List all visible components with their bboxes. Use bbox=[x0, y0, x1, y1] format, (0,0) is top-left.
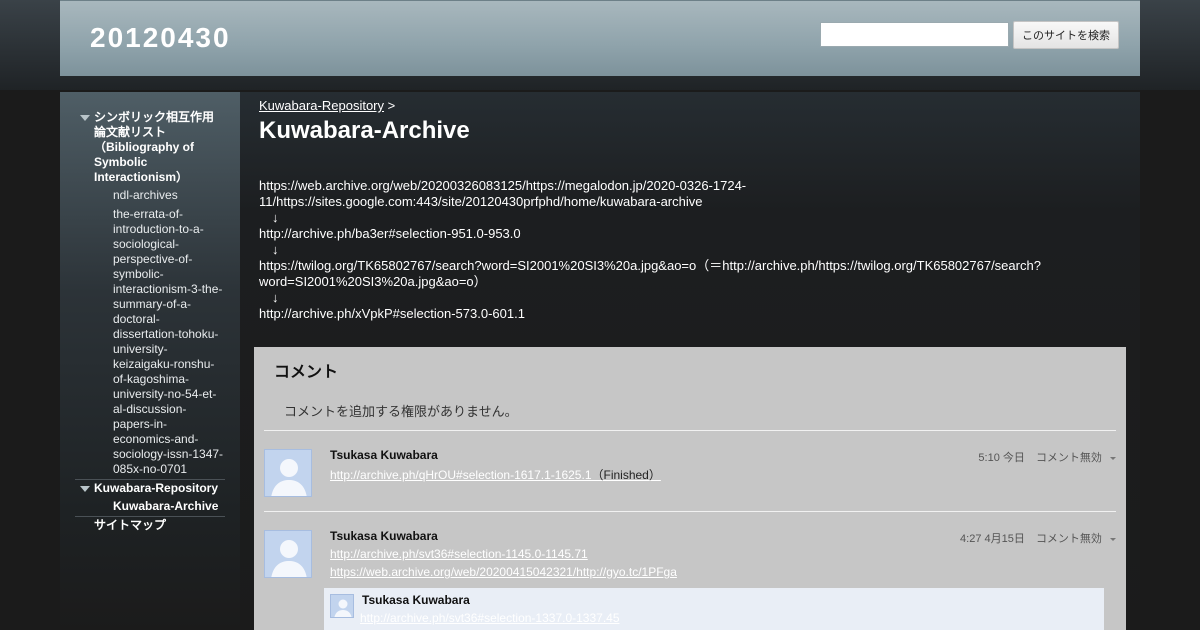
comment-link[interactable]: http://archive.ph/svt36#selection-1145.0… bbox=[330, 547, 588, 561]
sidebar-item-errata[interactable]: the-errata-of-introduction-to-a-sociolog… bbox=[75, 207, 225, 477]
comments-section: コメント コメントを追加する権限がありません。 Tsukasa Kuwabara… bbox=[254, 347, 1126, 630]
sidebar-item-label: シンボリック相互作用論文献リスト（Bibliography of Symboli… bbox=[94, 110, 215, 184]
comment-meta: 4:27 4月15日 コメント無効 bbox=[960, 530, 1116, 546]
comments-heading: コメント bbox=[274, 364, 339, 381]
user-silhouette-icon bbox=[265, 531, 311, 577]
breadcrumb-separator: > bbox=[387, 98, 396, 113]
expand-triangle-icon[interactable] bbox=[80, 486, 90, 492]
sidebar-item-kuwabara-repository[interactable]: Kuwabara-Repository bbox=[75, 481, 225, 496]
comment-author[interactable]: Tsukasa Kuwabara bbox=[330, 448, 438, 462]
breadcrumb: Kuwabara-Repository > bbox=[259, 98, 395, 113]
sidebar-tree: シンボリック相互作用論文献リスト（Bibliography of Symboli… bbox=[75, 110, 225, 533]
comment-note: （Finished） bbox=[591, 468, 661, 482]
down-arrow: ↓ bbox=[272, 242, 279, 257]
sidebar-divider bbox=[75, 516, 225, 517]
comment-divider bbox=[264, 430, 1116, 431]
archive-url-line: https://web.archive.org/web/202003260831… bbox=[259, 178, 747, 209]
comment-disable-button[interactable]: コメント無効 bbox=[1036, 533, 1102, 545]
comment-time: 5:10 今日 bbox=[978, 452, 1025, 464]
comment-divider bbox=[264, 511, 1116, 512]
expand-triangle-icon[interactable] bbox=[80, 115, 90, 121]
comment-reply: Tsukasa Kuwabara http://archive.ph/svt36… bbox=[324, 588, 1104, 630]
sidebar-item-kuwabara-archive[interactable]: Kuwabara-Archive bbox=[75, 499, 225, 514]
archive-url-line: https://twilog.org/TK65802767/search?wor… bbox=[259, 258, 1041, 289]
site-header: 20120430 このサイトを検索 bbox=[60, 0, 1140, 76]
user-silhouette-icon bbox=[331, 595, 353, 617]
comment-meta: 5:10 今日 コメント無効 bbox=[978, 449, 1116, 465]
search-button[interactable]: このサイトを検索 bbox=[1013, 21, 1119, 49]
avatar bbox=[330, 594, 354, 618]
comment-link[interactable]: https://web.archive.org/web/202004150423… bbox=[330, 565, 677, 579]
sidebar-item-sitemap[interactable]: サイトマップ bbox=[75, 518, 225, 533]
comment-disable-button[interactable]: コメント無効 bbox=[1036, 452, 1102, 464]
comment-body: http://archive.ph/qHrOU#selection-1617.1… bbox=[330, 466, 661, 483]
page-title: Kuwabara-Archive bbox=[259, 117, 470, 144]
sidebar-item-ndl-archives[interactable]: ndl-archives bbox=[75, 188, 225, 203]
down-arrow: ↓ bbox=[272, 210, 279, 225]
reply-link[interactable]: http://archive.ph/svt36#selection-1337.0… bbox=[360, 611, 620, 625]
sidebar-item-bibliography[interactable]: シンボリック相互作用論文献リスト（Bibliography of Symboli… bbox=[75, 110, 225, 185]
sidebar-item-label: サイトマップ bbox=[94, 518, 167, 532]
user-silhouette-icon bbox=[265, 450, 311, 496]
avatar bbox=[264, 530, 312, 578]
down-arrow: ↓ bbox=[272, 290, 279, 305]
no-permission-message: コメントを追加する権限がありません。 bbox=[284, 404, 518, 419]
dropdown-caret-icon[interactable] bbox=[1110, 456, 1116, 460]
sidebar: シンボリック相互作用論文献リスト（Bibliography of Symboli… bbox=[60, 92, 240, 630]
page-body: https://web.archive.org/web/202003260831… bbox=[259, 178, 1059, 322]
site-title[interactable]: 20120430 bbox=[90, 22, 231, 54]
comment-author[interactable]: Tsukasa Kuwabara bbox=[330, 529, 438, 543]
archive-url-line: http://archive.ph/xVpkP#selection-573.0-… bbox=[259, 306, 525, 321]
dropdown-caret-icon[interactable] bbox=[1110, 537, 1116, 541]
search-input[interactable] bbox=[820, 22, 1009, 47]
sidebar-item-label: Kuwabara-Repository bbox=[94, 481, 219, 495]
archive-url-line: http://archive.ph/ba3er#selection-951.0-… bbox=[259, 226, 521, 241]
comment-link[interactable]: http://archive.ph/qHrOU#selection-1617.1… bbox=[330, 468, 592, 482]
comment-time: 4:27 4月15日 bbox=[960, 533, 1025, 545]
reply-author[interactable]: Tsukasa Kuwabara bbox=[362, 593, 470, 607]
sidebar-divider bbox=[75, 479, 225, 480]
avatar bbox=[264, 449, 312, 497]
breadcrumb-link-parent[interactable]: Kuwabara-Repository bbox=[259, 98, 384, 113]
